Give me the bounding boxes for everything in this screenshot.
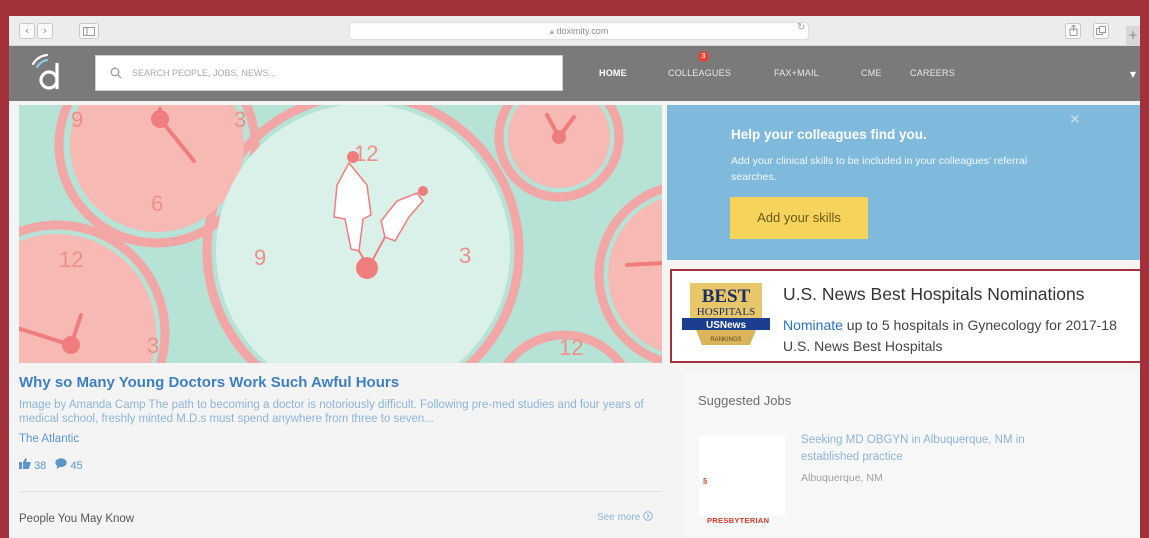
see-more-link[interactable]: See more: [597, 511, 653, 523]
sidebar-toggle-button[interactable]: [79, 23, 99, 39]
clock-number: 3: [234, 107, 246, 132]
like-button[interactable]: 38: [19, 458, 46, 472]
tabs-icon: [1096, 26, 1106, 35]
presbyterian-logo[interactable]: § PRESBYTERIAN: [699, 436, 785, 525]
clock-number: 9: [254, 245, 266, 270]
nav-fax-mail[interactable]: FAX+MAIL: [774, 46, 819, 101]
nav-home[interactable]: HOME: [599, 46, 627, 101]
skills-card-title: Help your colleagues find you.: [731, 127, 927, 142]
lock-icon: 🔒︎: [549, 27, 554, 36]
add-skills-button[interactable]: Add your skills: [730, 197, 868, 239]
nav-careers[interactable]: CAREERS: [910, 46, 955, 101]
article-hero-image[interactable]: 9 3 6 12 9 3 12 3 12: [19, 105, 662, 363]
clock-number: 3: [459, 243, 471, 268]
nav-colleagues[interactable]: COLLEAGUES: [668, 46, 731, 101]
url-text: doximity.com: [556, 26, 609, 36]
search-input[interactable]: [132, 64, 552, 82]
best-hospitals-badge: BEST HOSPITALS USNews RANKINGS: [682, 283, 770, 345]
browser-window: ‹ › 🔒︎ doximity.com ↻ + HOME 3: [9, 16, 1140, 538]
share-icon: [1069, 24, 1077, 36]
arrow-circle-icon: [643, 511, 653, 521]
article-title-link[interactable]: Why so Many Young Doctors Work Such Awfu…: [19, 374, 399, 391]
reload-icon[interactable]: ↻: [797, 22, 805, 33]
nav-cme[interactable]: CME: [861, 46, 882, 101]
job-location: Albuquerque, NM: [801, 472, 883, 484]
article-stats: 38 45: [19, 458, 83, 472]
browser-toolbar: ‹ › 🔒︎ doximity.com ↻ +: [9, 16, 1140, 46]
tabs-button[interactable]: [1093, 23, 1109, 39]
usnews-title: U.S. News Best Hospitals Nominations: [783, 284, 1085, 304]
like-count: 38: [34, 460, 47, 473]
people-you-may-know-title: People You May Know: [19, 513, 135, 525]
clock-number: 9: [71, 107, 83, 132]
comment-button[interactable]: 45: [55, 458, 83, 473]
comment-count: 45: [70, 460, 83, 473]
doximity-logo[interactable]: [29, 52, 71, 94]
company-logo-text: § PRESBYTERIAN: [703, 476, 770, 525]
skills-prompt-card: ✕ Help your colleagues find you. Add you…: [667, 105, 1140, 260]
share-button[interactable]: [1065, 23, 1081, 39]
thumbs-up-icon: [19, 458, 31, 469]
menu-dropdown-icon[interactable]: ▼: [1130, 70, 1136, 79]
usnews-body: Nominate up to 5 hospitals in Gynecology…: [783, 315, 1139, 357]
job-title-link[interactable]: Seeking MD OBGYN in Albuquerque, NM in e…: [801, 432, 1061, 466]
comment-icon: [55, 458, 67, 469]
suggested-jobs-title: Suggested Jobs: [698, 393, 792, 408]
nominate-link[interactable]: Nominate: [783, 317, 843, 333]
see-more-label: See more: [597, 512, 641, 523]
close-icon[interactable]: ✕: [1069, 112, 1081, 128]
site-header: HOME 3 COLLEAGUES FAX+MAIL CME CAREERS ▼: [9, 46, 1140, 101]
address-bar[interactable]: 🔒︎ doximity.com: [349, 22, 809, 40]
company-name: PRESBYTERIAN: [707, 516, 770, 525]
badge-best-text: BEST: [702, 286, 751, 307]
skills-card-body: Add your clinical skills to be included …: [731, 155, 1028, 183]
article-source-link[interactable]: The Atlantic: [19, 433, 79, 445]
search-icon: [110, 67, 122, 79]
back-button[interactable]: ‹: [19, 23, 35, 39]
sidebar-icon: [83, 27, 95, 36]
badge-rankings-text: RANKINGS: [710, 337, 741, 343]
new-tab-button[interactable]: +: [1126, 26, 1140, 46]
clocks-illustration: 9 3 6 12 9 3 12 3 12: [19, 105, 662, 363]
clock-number: 6: [151, 191, 163, 216]
clock-number: 3: [147, 333, 159, 358]
usnews-nomination-card[interactable]: BEST HOSPITALS USNews RANKINGS U.S. News…: [670, 269, 1140, 363]
article-excerpt: Image by Amanda Camp The path to becomin…: [19, 399, 644, 425]
section-divider: [19, 491, 662, 492]
forward-button[interactable]: ›: [37, 23, 53, 39]
badge-hospitals-text: HOSPITALS: [697, 306, 755, 318]
badge-usnews-text: USNews: [706, 320, 746, 331]
clock-number: 12: [59, 247, 83, 272]
clock-number: 12: [559, 335, 583, 360]
search-box[interactable]: [95, 55, 563, 91]
